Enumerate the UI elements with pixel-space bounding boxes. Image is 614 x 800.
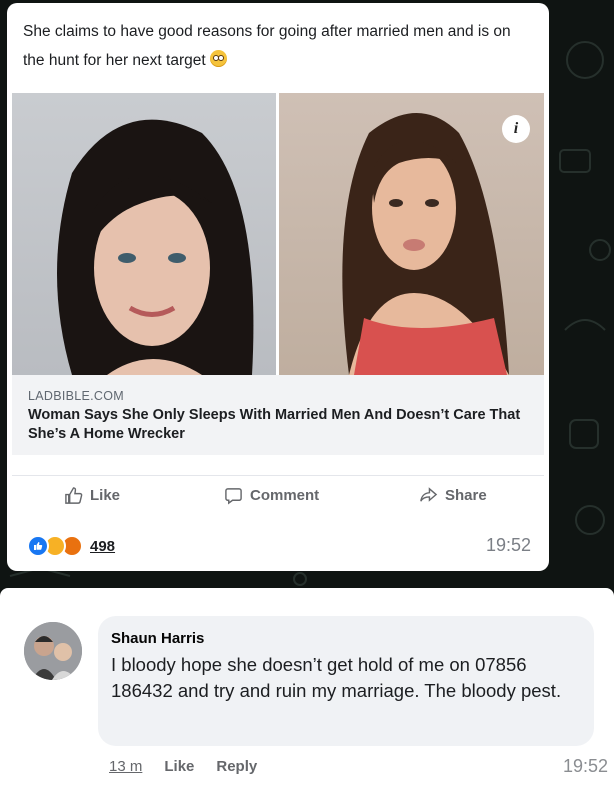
flushed-face-emoji-icon [209,50,227,67]
comment-button[interactable]: Comment [224,486,319,505]
link-preview[interactable]: LADBIBLE.COM Woman Says She Only Sleeps … [12,375,544,455]
info-icon[interactable]: i [502,115,530,143]
thumbs-up-icon [65,487,83,504]
comment-time-ago[interactable]: 13 m [109,758,142,775]
comment-timestamp: 19:52 [562,756,608,776]
share-arrow-icon [420,487,438,502]
post-caption-text: She claims to have good reasons for goin… [23,23,511,69]
share-button[interactable]: Share [419,486,487,505]
post-timestamp: 19:52 [485,535,531,555]
comment-like-button[interactable]: Like [164,758,194,775]
comment-reply-button[interactable]: Reply [216,758,257,775]
post-card: She claims to have good reasons for goin… [7,3,549,571]
link-headline: Woman Says She Only Sleeps With Married … [28,407,521,442]
share-button-label: Share [445,487,487,504]
comment-button-label: Comment [250,487,320,504]
reaction-count[interactable]: 498 [90,538,115,555]
post-caption: She claims to have good reasons for goin… [23,17,523,75]
post-action-bar: Like Comment Share [12,475,544,516]
like-button[interactable]: Like [64,486,120,505]
article-photo-left[interactable] [12,93,276,375]
woman-portrait-left-image [57,119,254,375]
comment-bubble-icon [225,488,242,505]
reactions-summary[interactable]: 498 [27,535,115,557]
avatar[interactable] [24,622,82,680]
comment-meta: 13 m Like Reply [109,758,257,775]
link-domain: LADBIBLE.COM [28,389,124,403]
comment-card: Shaun Harris I bloody hope she doesn’t g… [0,588,614,800]
article-photo-right[interactable]: i [279,93,544,375]
comment-bubble: Shaun Harris I bloody hope she doesn’t g… [98,616,594,746]
like-button-label: Like [90,487,121,504]
profile-photo-image [24,622,82,680]
comment-author[interactable]: Shaun Harris [111,630,204,647]
like-reaction-icon [27,535,49,557]
comment-text: I bloody hope she doesn’t get hold of me… [111,654,562,701]
